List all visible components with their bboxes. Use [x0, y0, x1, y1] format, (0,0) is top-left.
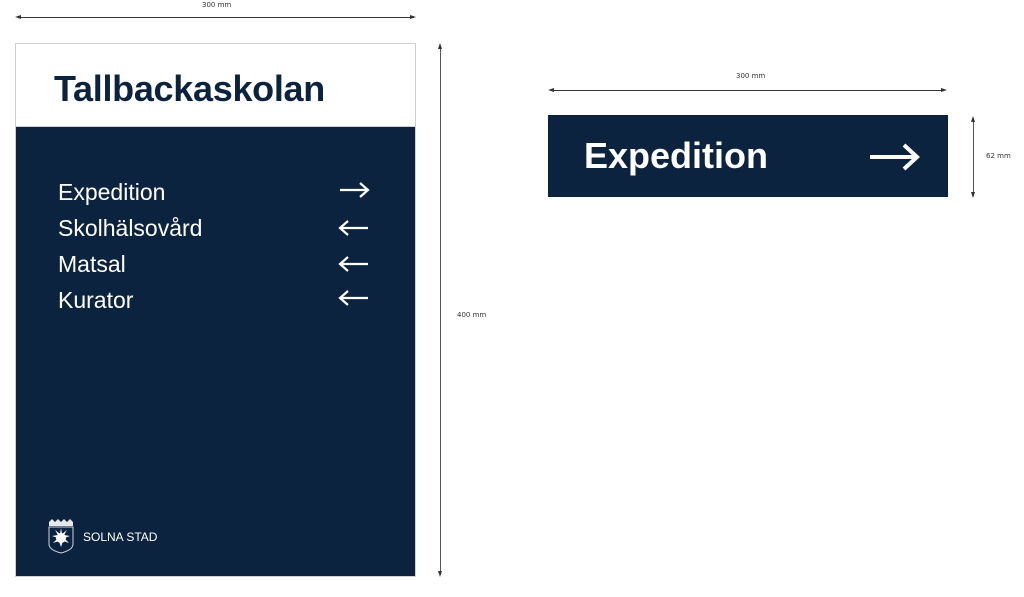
small-sign-height-line	[973, 118, 974, 196]
expedition-label: Expedition	[584, 135, 769, 176]
dimension-arrow-down-icon	[971, 192, 975, 198]
destination-kurator: Kurator	[58, 287, 134, 313]
big-sign-width-label: 300 mm	[202, 1, 232, 9]
destination-expedition: Expedition	[58, 179, 166, 205]
sign-header: Tallbackaskolan	[16, 44, 415, 127]
big-sign-height-line	[440, 46, 441, 574]
municipality-name: SOLNA STAD	[83, 530, 158, 544]
destination-skolhalsovard: Skolhälsovård	[58, 215, 203, 241]
dimension-arrow-left-icon	[548, 88, 554, 92]
dimension-arrow-down-icon	[438, 571, 442, 577]
arrow-left-icon	[338, 256, 368, 272]
big-sign-height-label: 400 mm	[457, 311, 487, 319]
expedition-sign: Expedition	[548, 115, 948, 197]
school-name: Tallbackaskolan	[54, 68, 325, 109]
dimension-arrow-left-icon	[15, 15, 21, 19]
solna-coat-of-arms-icon	[48, 519, 74, 554]
dimension-arrow-right-icon	[410, 15, 416, 19]
dimension-arrow-up-icon	[971, 116, 975, 122]
small-sign-width-line	[551, 90, 944, 91]
big-sign-width-line	[18, 17, 414, 18]
arrow-right-icon	[340, 182, 370, 198]
arrow-right-icon	[870, 143, 920, 171]
dimension-arrow-up-icon	[438, 43, 442, 49]
dimension-arrow-right-icon	[941, 88, 947, 92]
directory-sign: Tallbackaskolan Expedition Skolhälsovård…	[15, 43, 416, 577]
arrow-left-icon	[338, 220, 368, 236]
small-sign-width-label: 300 mm	[736, 72, 766, 80]
arrow-left-icon	[338, 290, 368, 306]
destination-matsal: Matsal	[58, 251, 126, 277]
small-sign-height-label: 62 mm	[986, 152, 1011, 160]
